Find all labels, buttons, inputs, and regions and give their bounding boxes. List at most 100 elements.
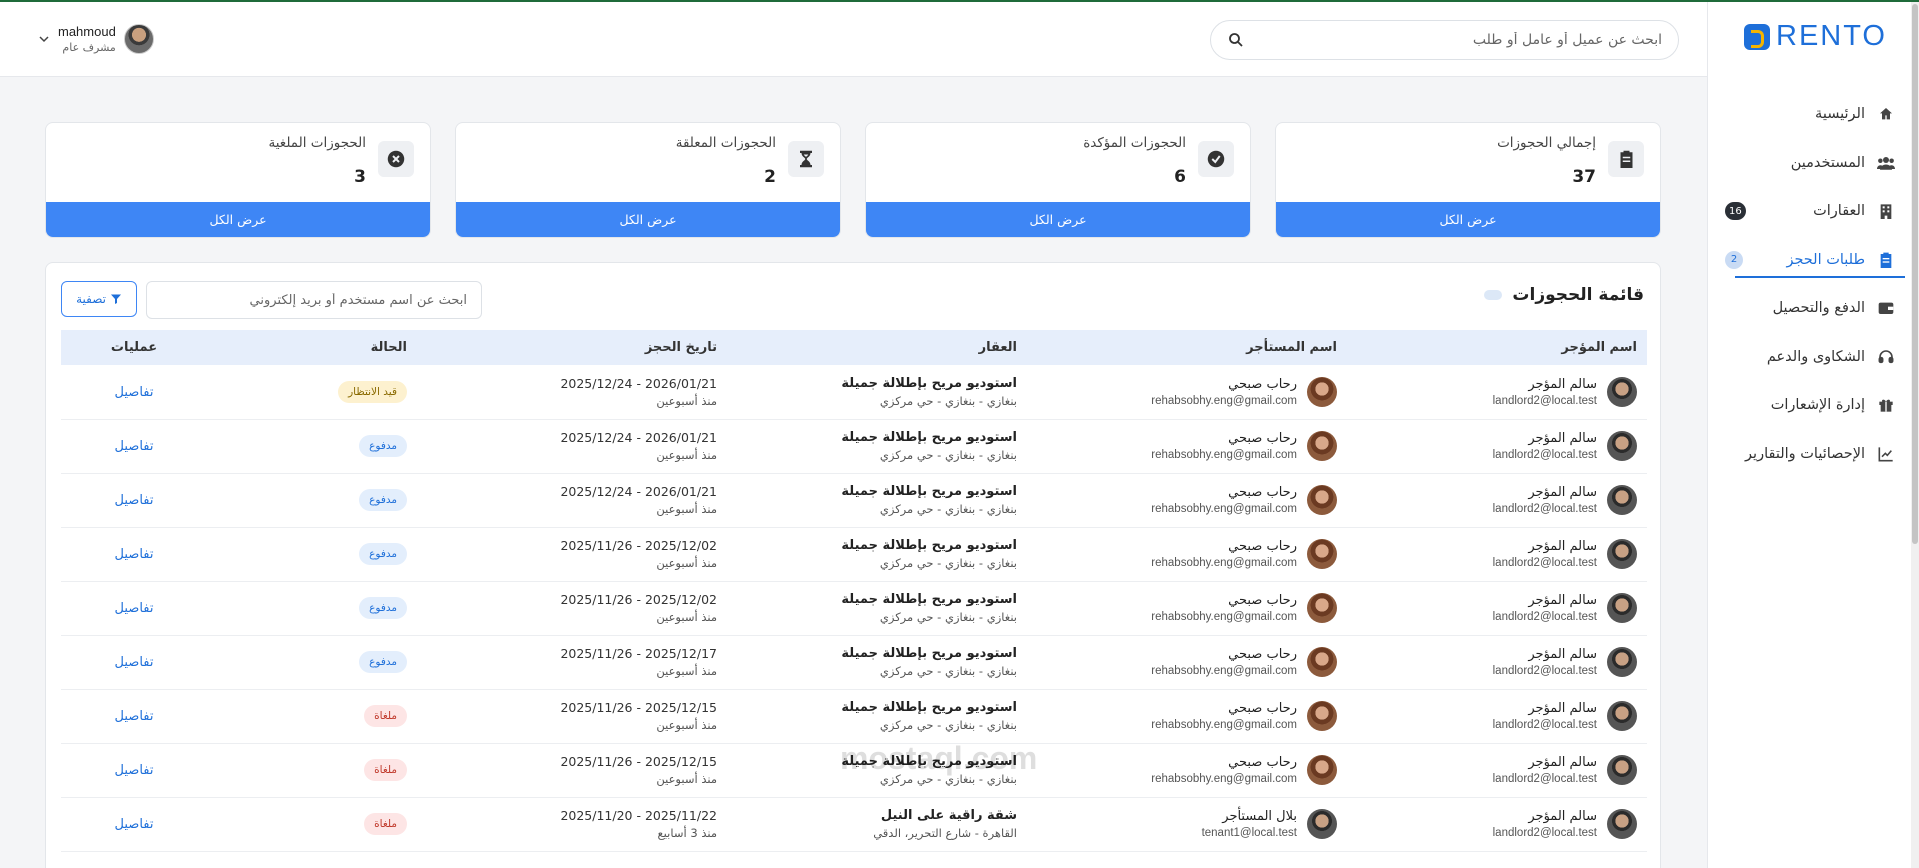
filter-button[interactable]: تصفية bbox=[61, 281, 137, 317]
search-icon[interactable] bbox=[1227, 31, 1245, 49]
tenant-name: رحاب صبحي bbox=[1228, 701, 1297, 716]
sidebar-item-label: طلبات الحجز bbox=[1786, 251, 1865, 268]
tenant-email: rehabsobhy.eng@gmail.com bbox=[1151, 611, 1297, 623]
tenant-name: رحاب صبحي bbox=[1228, 376, 1297, 392]
tenant-name: رحاب صبحي bbox=[1228, 539, 1297, 554]
chevron-down-icon[interactable] bbox=[38, 33, 50, 45]
global-search-input[interactable] bbox=[1245, 32, 1662, 48]
view-all-button[interactable]: عرض الكل bbox=[456, 202, 840, 237]
booking-age: منذ أسبوعين bbox=[656, 664, 717, 678]
details-link[interactable]: تفاصيل bbox=[115, 817, 154, 832]
actions-cell: تفاصيل bbox=[61, 419, 207, 473]
property-cell: استوديو مريح بإطلالة جميلة بنغازي - بنغاز… bbox=[727, 689, 1027, 743]
landlord-name: سالم المؤجر bbox=[1528, 809, 1597, 824]
details-link[interactable]: تفاصيل bbox=[115, 439, 154, 454]
tenant-email: rehabsobhy.eng@gmail.com bbox=[1151, 557, 1297, 569]
toggle-pill[interactable] bbox=[1484, 290, 1503, 300]
col-status[interactable]: الحالة bbox=[207, 330, 417, 365]
tenant-avatar bbox=[1307, 431, 1337, 461]
bookings-search-input[interactable] bbox=[161, 292, 467, 308]
property-location: القاهرة - شارع التحرير، الدقي bbox=[873, 826, 1017, 840]
sidebar-nav: الرئيسية المستخدمين 16 العقارات 2 طلبات … bbox=[1711, 90, 1911, 478]
user-avatar[interactable] bbox=[123, 24, 154, 54]
booking-dates: 2025/11/26 - 2025/12/15 bbox=[560, 700, 717, 715]
actions-cell: تفاصيل bbox=[61, 473, 207, 527]
landlord-name: سالم المؤجر bbox=[1528, 431, 1597, 446]
details-link[interactable]: تفاصيل bbox=[115, 385, 154, 400]
global-search[interactable] bbox=[1210, 20, 1679, 60]
user-menu[interactable]: mahmoud مشرف عام bbox=[38, 24, 154, 54]
sidebar-item-support[interactable]: الشكاوى والدعم bbox=[1711, 333, 1911, 382]
view-all-button[interactable]: عرض الكل bbox=[46, 202, 430, 237]
tenant-name: بلال المستأجر bbox=[1222, 809, 1297, 824]
landlord-name: سالم المؤجر bbox=[1528, 701, 1597, 716]
table-row: سالم المؤجر landlord2@local.test رحاب صبحي… bbox=[61, 581, 1647, 635]
card-title: الحجوزات المعلقة bbox=[675, 135, 776, 151]
bookings-search[interactable] bbox=[146, 281, 482, 319]
tenant-cell: رحاب صبحي rehabsobhy.eng@gmail.com bbox=[1027, 689, 1347, 743]
check-circle-icon bbox=[1198, 141, 1234, 177]
status-cell: ملغاة bbox=[207, 797, 417, 851]
status-badge: ملغاة bbox=[364, 759, 407, 781]
landlord-avatar bbox=[1607, 539, 1637, 569]
view-all-button[interactable]: عرض الكل bbox=[866, 202, 1250, 237]
col-booking-date[interactable]: تاريخ الحجز bbox=[417, 330, 727, 365]
sidebar-item-label: الدفع والتحصيل bbox=[1772, 300, 1865, 317]
filter-label: تصفية bbox=[76, 292, 106, 306]
property-cell: استوديو مريح بإطلالة جميلة بنغازي - بنغاز… bbox=[727, 635, 1027, 689]
sidebar-item-users[interactable]: المستخدمين bbox=[1711, 139, 1911, 188]
landlord-avatar bbox=[1607, 701, 1637, 731]
sidebar-item-notifications[interactable]: إدارة الإشعارات bbox=[1711, 381, 1911, 430]
property-location: بنغازي - بنغازي - حي مركزي bbox=[879, 502, 1017, 516]
details-link[interactable]: تفاصيل bbox=[115, 493, 154, 508]
col-landlord[interactable]: اسم المؤجر bbox=[1347, 330, 1647, 365]
sidebar-item-properties[interactable]: 16 العقارات bbox=[1711, 187, 1911, 236]
sidebar-item-payments[interactable]: الدفع والتحصيل bbox=[1711, 284, 1911, 333]
details-link[interactable]: تفاصيل bbox=[115, 547, 154, 562]
sidebar-item-booking-requests[interactable]: 2 طلبات الحجز bbox=[1711, 236, 1911, 285]
scrollbar-thumb[interactable] bbox=[1912, 4, 1918, 544]
date-cell: 2025/11/26 - 2025/12/17 منذ أسبوعين bbox=[417, 635, 727, 689]
landlord-name: سالم المؤجر bbox=[1528, 485, 1597, 500]
details-link[interactable]: تفاصيل bbox=[115, 601, 154, 616]
table-header-row: اسم المؤجر اسم المستأجر العقار تاريخ الح… bbox=[61, 330, 1647, 365]
sidebar-item-reports[interactable]: الإحصائيات والتقارير bbox=[1711, 430, 1911, 479]
landlord-email: landlord2@local.test bbox=[1492, 557, 1597, 569]
details-link[interactable]: تفاصيل bbox=[115, 709, 154, 724]
user-info: mahmoud مشرف عام bbox=[58, 24, 116, 54]
brand-logo[interactable]: RENTO bbox=[1744, 20, 1887, 53]
landlord-cell: سالم المؤجر landlord2@local.test bbox=[1347, 419, 1647, 473]
clipboard-icon bbox=[1877, 251, 1895, 269]
home-icon bbox=[1877, 105, 1895, 123]
col-property[interactable]: العقار bbox=[727, 330, 1027, 365]
property-cell: استوديو مريح بإطلالة جميلة بنغازي - بنغاز… bbox=[727, 419, 1027, 473]
property-name: استوديو مريح بإطلالة جميلة bbox=[841, 430, 1017, 445]
property-name: استوديو مريح بإطلالة جميلة bbox=[841, 375, 1017, 391]
clipboard-icon bbox=[1608, 141, 1644, 177]
landlord-avatar bbox=[1607, 431, 1637, 461]
tenant-email: tenant1@local.test bbox=[1201, 827, 1297, 839]
chart-icon bbox=[1877, 445, 1895, 463]
table-row: سالم المؤجر landlord2@local.test رحاب صبحي… bbox=[61, 419, 1647, 473]
x-circle-icon bbox=[378, 141, 414, 177]
table-row: سالم المؤجر landlord2@local.test رحاب صبحي… bbox=[61, 635, 1647, 689]
sidebar-item-home[interactable]: الرئيسية bbox=[1711, 90, 1911, 139]
date-cell: 2025/11/26 - 2025/12/15 منذ أسبوعين bbox=[417, 689, 727, 743]
booking-age: منذ أسبوعين bbox=[656, 556, 717, 570]
tenant-cell: رحاب صبحي rehabsobhy.eng@gmail.com bbox=[1027, 365, 1347, 419]
table-row: سالم المؤجر landlord2@local.test رحاب صبحي… bbox=[61, 689, 1647, 743]
property-location: بنغازي - بنغازي - حي مركزي bbox=[879, 393, 1017, 408]
brand-name: RENTO bbox=[1776, 20, 1887, 52]
details-link[interactable]: تفاصيل bbox=[115, 655, 154, 670]
tenant-avatar bbox=[1307, 485, 1337, 515]
view-all-button[interactable]: عرض الكل bbox=[1276, 202, 1660, 237]
status-badge: مدفوع bbox=[359, 597, 407, 619]
booking-dates: 2025/12/24 - 2026/01/21 bbox=[560, 375, 717, 391]
details-link[interactable]: تفاصيل bbox=[115, 763, 154, 778]
col-tenant[interactable]: اسم المستأجر bbox=[1027, 330, 1347, 365]
property-cell: استوديو مريح بإطلالة جميلة بنغازي - بنغاز… bbox=[727, 473, 1027, 527]
page-scrollbar[interactable] bbox=[1911, 2, 1919, 868]
landlord-email: landlord2@local.test bbox=[1492, 827, 1597, 839]
bookings-panel: قائمة الحجوزات تصفية اسم المؤجر اسم المس… bbox=[45, 262, 1661, 868]
booking-dates: 2025/11/26 - 2025/12/02 bbox=[560, 538, 717, 553]
